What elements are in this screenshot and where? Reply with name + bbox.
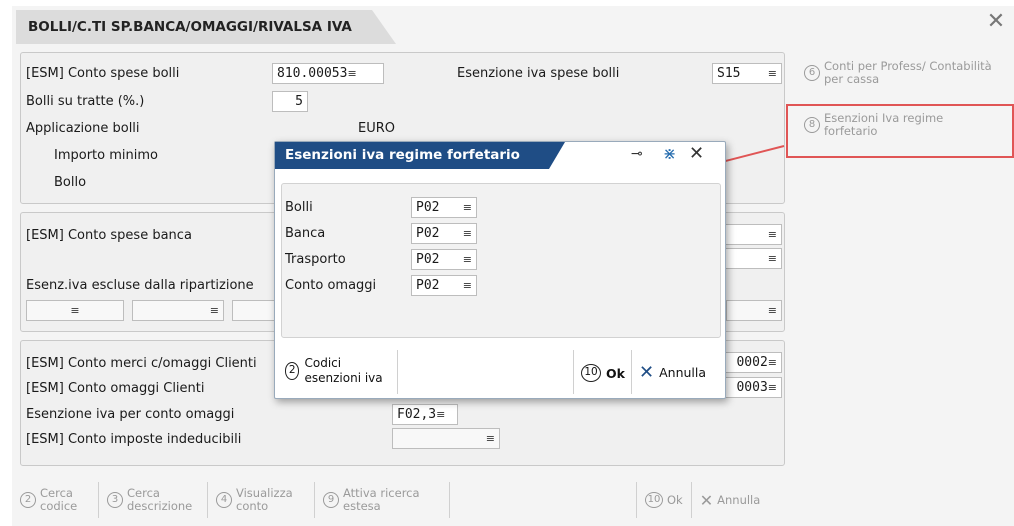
conto-omaggi-dialog-field[interactable]: P02 ≡ (411, 275, 477, 296)
dropdown-icon[interactable]: ≡ (768, 381, 777, 394)
dropdown-icon[interactable]: ≡ (768, 249, 777, 268)
number-10-icon: 10 (581, 364, 601, 382)
pin-icon[interactable]: ⊸ (631, 146, 643, 162)
dropdown-icon[interactable]: ≡ (768, 64, 777, 83)
dropdown-icon[interactable]: ≡ (768, 356, 777, 369)
separator (573, 350, 574, 394)
number-2-icon: 2 (285, 362, 300, 380)
conto-merci-omaggi-field[interactable]: 0002≡ (726, 352, 782, 373)
dropdown-icon[interactable]: ≡ (463, 224, 472, 243)
number-4-icon: 4 (216, 492, 232, 508)
dialog-ok-button[interactable]: 10 Ok (581, 364, 625, 382)
dialog-close-icon[interactable]: ✕ (689, 143, 704, 164)
esenz-field-2[interactable]: ≡ (132, 300, 224, 321)
conto-imposte-field[interactable]: ≡ (392, 428, 500, 449)
close-icon: ✕ (699, 490, 714, 510)
bolli-field[interactable]: P02 ≡ (411, 197, 477, 218)
conto-spese-bolli-label: [ESM] Conto spese bolli (26, 66, 180, 81)
number-6-icon: 6 (804, 65, 820, 81)
separator (207, 482, 208, 518)
separator (690, 482, 692, 518)
dropdown-icon[interactable]: ≡ (210, 304, 219, 317)
separator (449, 482, 450, 518)
number-10-icon: 10 (645, 492, 663, 508)
bolli-label: Bolli (285, 200, 313, 215)
separator (397, 350, 398, 394)
esenzione-omaggi-label: Esenzione iva per conto omaggi (26, 407, 235, 422)
trasporto-label: Trasporto (285, 252, 346, 267)
dropdown-icon[interactable]: ≡ (70, 304, 79, 317)
cerca-codice-button[interactable]: 2 Cerca codice (20, 487, 90, 513)
dialog-title: Esenzioni iva regime forfetario (275, 142, 565, 169)
esenzione-iva-bolli-label: Esenzione iva spese bolli (457, 66, 620, 81)
esenz-field-4[interactable]: ≡ (726, 300, 782, 321)
dropdown-icon[interactable]: ≡ (486, 432, 495, 445)
dropdown-icon[interactable]: ≡ (463, 250, 472, 269)
dropdown-icon[interactable]: ≡ (463, 198, 472, 217)
separator (631, 350, 632, 394)
esenzioni-forfetario-button[interactable]: 8 Esenzioni Iva regime forfetario (804, 112, 974, 138)
close-window-icon[interactable]: ✕ (984, 10, 1008, 34)
window-title-tab: BOLLI/C.TI SP.BANCA/OMAGGI/RIVALSA IVA (16, 10, 396, 44)
banca-field[interactable]: P02 ≡ (411, 223, 477, 244)
attiva-ricerca-button[interactable]: 9 Attiva ricerca estesa (323, 487, 441, 513)
separator (314, 482, 315, 518)
collapse-icon[interactable]: ⋇ (663, 144, 676, 163)
conto-imposte-label: [ESM] Conto imposte indeducibili (26, 432, 242, 447)
number-8-icon: 8 (804, 117, 820, 133)
importo-minimo-label: Importo minimo (54, 148, 158, 163)
conti-profess-button[interactable]: 6 Conti per Profess/ Contabilità per cas… (804, 60, 1014, 86)
separator (98, 482, 99, 518)
esenzioni-dialog: Esenzioni iva regime forfetario ⊸ ⋇ ✕ Bo… (274, 141, 726, 399)
dropdown-icon[interactable]: ≡ (768, 304, 777, 317)
bollo-label: Bollo (54, 175, 87, 190)
visualizza-conto-button[interactable]: 4 Visualizza conto (216, 487, 306, 513)
applicazione-bolli-value: EURO (358, 121, 395, 136)
conto-spese-banca-label: [ESM] Conto spese banca (26, 228, 192, 243)
separator (636, 482, 637, 518)
conto-omaggi-field[interactable]: 0003≡ (726, 377, 782, 398)
dialog-content-panel (281, 183, 721, 338)
trasporto-field[interactable]: P02 ≡ (411, 249, 477, 270)
codici-esenzioni-button[interactable]: 2 Codici esenzioni iva (285, 356, 397, 386)
number-3-icon: 3 (107, 492, 123, 508)
bolli-tratte-field[interactable]: 5 (272, 91, 308, 112)
esenz-ripartizione-label: Esenz.iva escluse dalla ripartizione (26, 278, 254, 293)
esenz-field-3[interactable] (232, 300, 276, 321)
dropdown-icon[interactable]: ≡ (768, 225, 777, 244)
conto-omaggi-dialog-label: Conto omaggi (285, 278, 377, 293)
number-2-icon: 2 (20, 492, 36, 508)
esenzioni-forfetario-label: Esenzioni Iva regime forfetario (824, 111, 944, 138)
dropdown-icon[interactable]: ≡ (347, 67, 356, 80)
dialog-annulla-button[interactable]: ✕ Annulla (639, 362, 706, 383)
bolli-tratte-label: Bolli su tratte (%.) (26, 94, 145, 109)
conto-spese-bolli-field[interactable]: 810.00053≡ (272, 63, 384, 84)
conto-omaggi-label: [ESM] Conto omaggi Clienti (26, 381, 205, 396)
esenzione-iva-bolli-field[interactable]: S15 ≡ (712, 63, 782, 84)
close-icon: ✕ (639, 362, 655, 383)
esenz-field-1[interactable]: ≡ (26, 300, 124, 321)
banca-label: Banca (285, 226, 326, 241)
dropdown-icon[interactable]: ≡ (463, 276, 472, 295)
cerca-descrizione-button[interactable]: 3 Cerca descrizione (107, 487, 199, 513)
bottom-toolbar-right: 10 Ok ✕ Annulla (636, 478, 786, 522)
conti-profess-label: Conti per Profess/ Contabilità per cassa (824, 59, 992, 86)
annulla-button[interactable]: ✕ Annulla (699, 490, 761, 510)
dropdown-icon[interactable]: ≡ (436, 408, 445, 421)
applicazione-bolli-label: Applicazione bolli (26, 121, 140, 136)
esenzione-omaggi-field[interactable]: F02,3≡ (392, 404, 458, 425)
ok-button[interactable]: 10 Ok (645, 492, 683, 508)
number-9-icon: 9 (323, 492, 339, 508)
conto-merci-omaggi-label: [ESM] Conto merci c/omaggi Clienti (26, 356, 257, 371)
